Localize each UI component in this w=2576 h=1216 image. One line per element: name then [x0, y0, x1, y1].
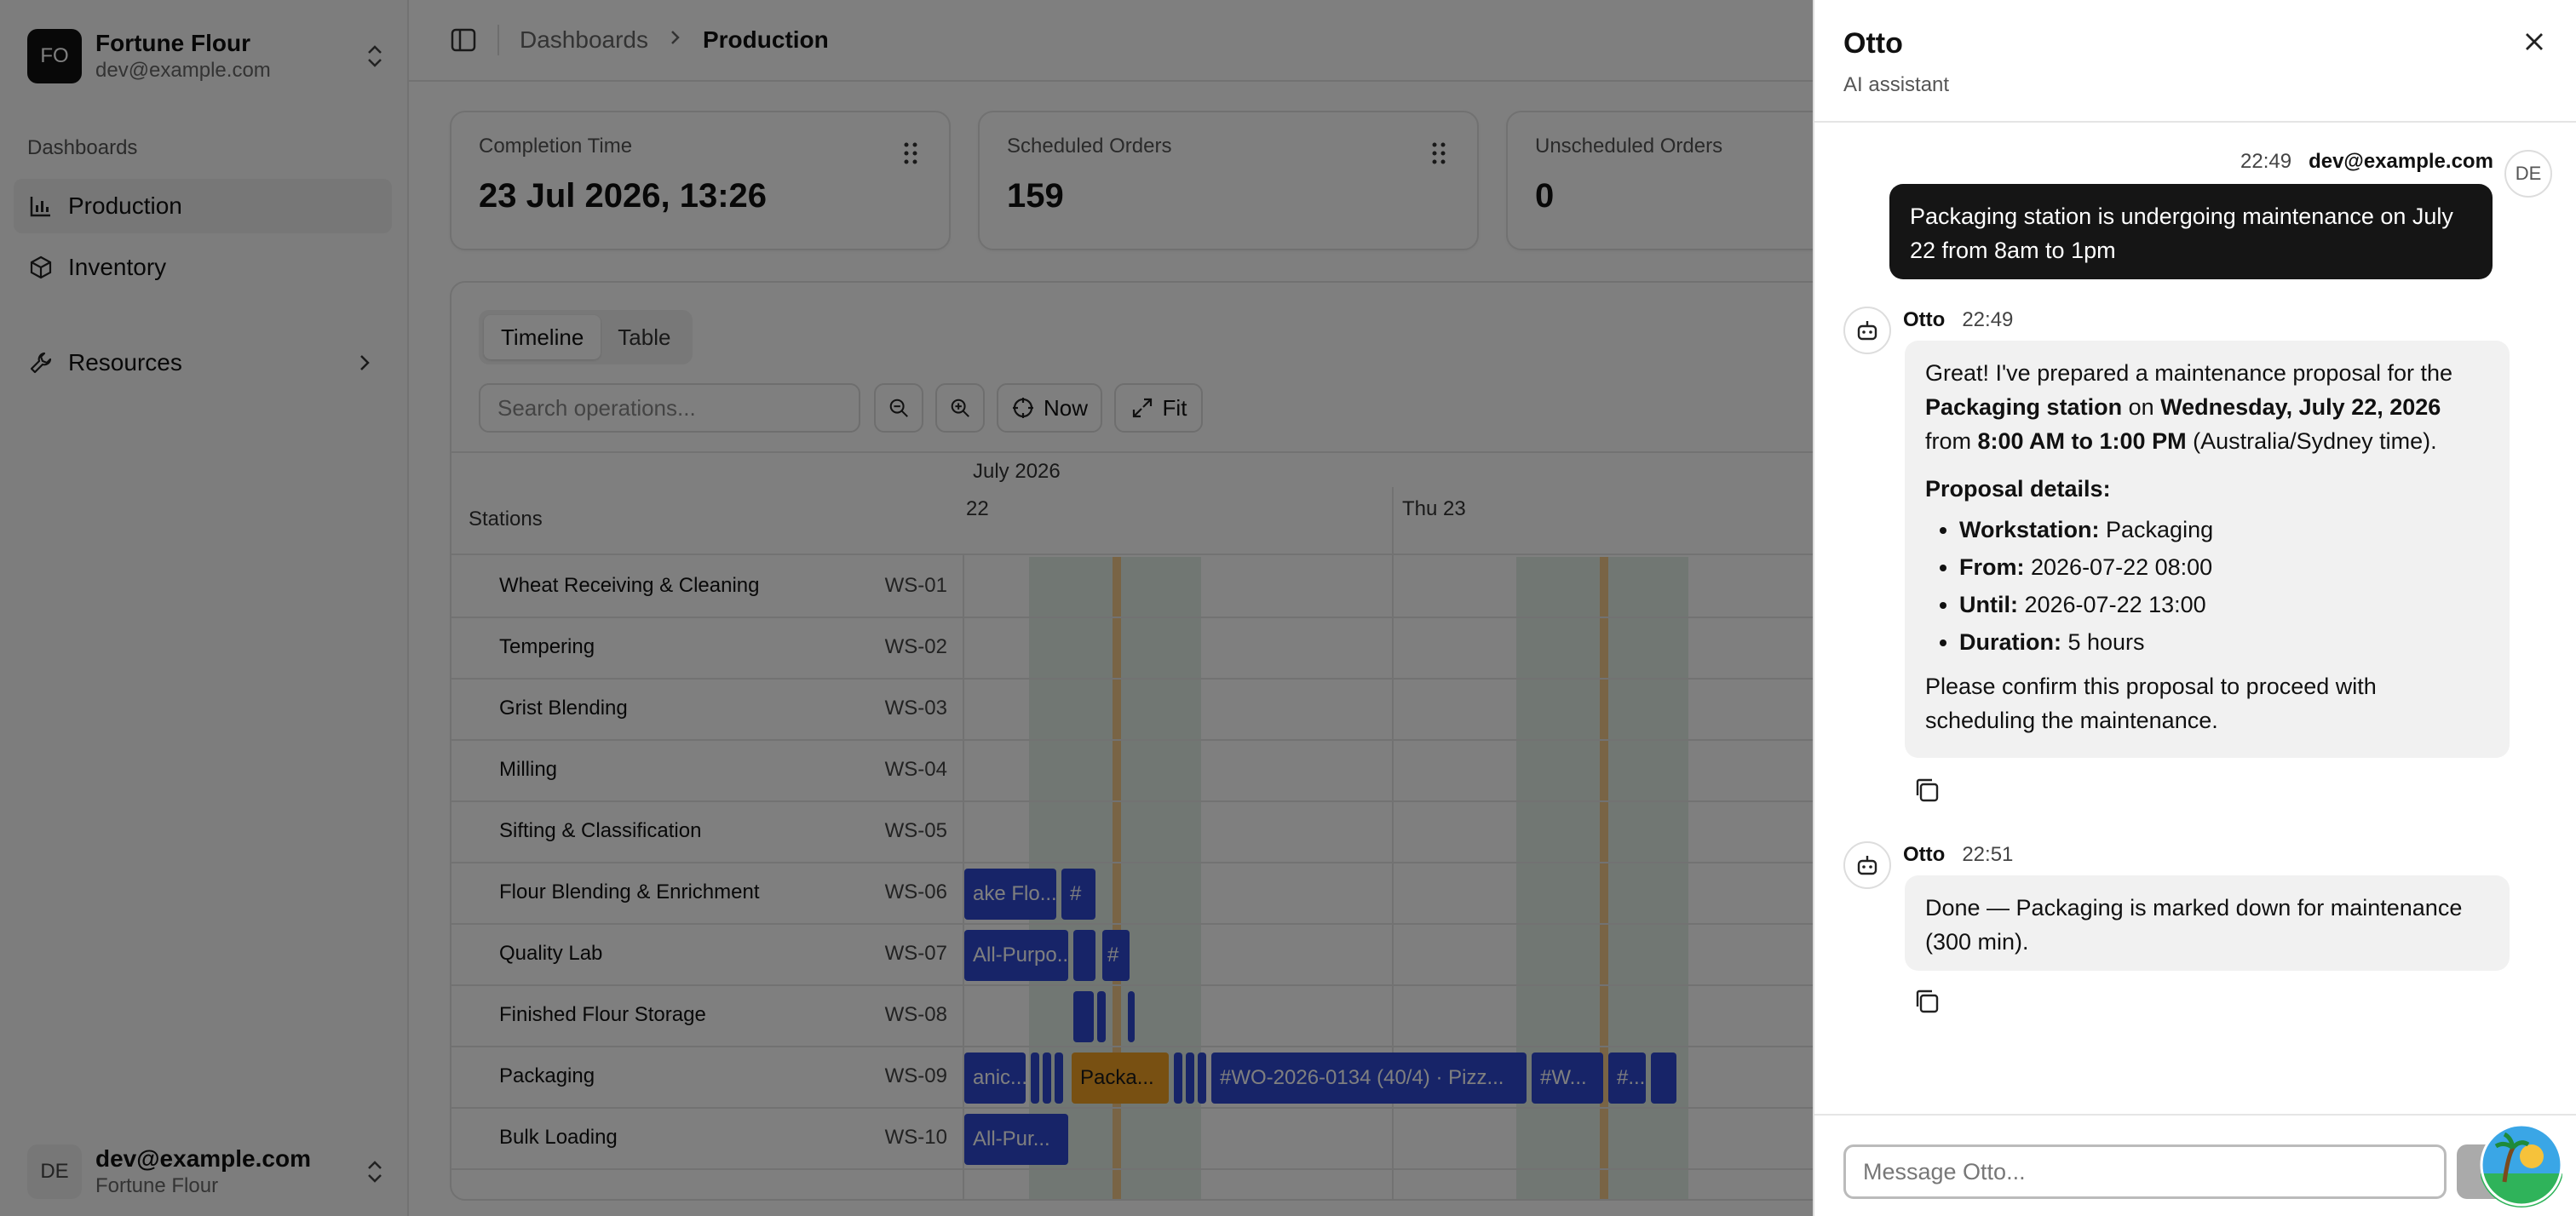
assistant-launcher-icon[interactable] [2479, 1122, 2564, 1207]
details-list: Workstation: Packaging From: 2026-07-22 … [1959, 511, 2489, 661]
message-meta: 22:49 dev@example.com [2240, 150, 2493, 174]
divider [1814, 1114, 2576, 1116]
message-author: Otto [1903, 308, 1946, 331]
panel-title: Otto [1843, 27, 1903, 60]
message-input[interactable] [1843, 1144, 2447, 1199]
panel-subtitle: AI assistant [1843, 73, 1950, 96]
close-icon[interactable] [2521, 29, 2547, 54]
list-item: Workstation: Packaging [1959, 511, 2489, 548]
divider [1814, 121, 2576, 123]
assistant-panel: Otto AI assistant 22:49 dev@example.com … [1813, 0, 2576, 1216]
bot-icon [1843, 307, 1891, 354]
message-time: 22:51 [1962, 843, 2014, 866]
copy-icon[interactable] [1912, 986, 1942, 1017]
message-meta: Otto 22:51 [1903, 843, 2013, 867]
message-time: 22:49 [2240, 150, 2292, 173]
message-paragraph: Great! I've prepared a maintenance propo… [1925, 360, 2453, 454]
message-author: dev@example.com [2309, 150, 2493, 173]
message-paragraph: Please confirm this proposal to proceed … [1925, 674, 2377, 733]
list-item: From: 2026-07-22 08:00 [1959, 548, 2489, 586]
assistant-message: Done — Packaging is marked down for main… [1905, 875, 2510, 971]
list-item: Until: 2026-07-22 13:00 [1959, 586, 2489, 623]
message-time: 22:49 [1962, 308, 2014, 331]
message-author: Otto [1903, 843, 1946, 866]
details-heading: Proposal details: [1925, 476, 2111, 502]
user-message: Packaging station is undergoing maintena… [1889, 184, 2493, 279]
modal-backdrop[interactable] [0, 0, 1813, 1216]
avatar: DE [2504, 150, 2552, 198]
message-meta: Otto 22:49 [1903, 308, 2013, 332]
list-item: Duration: 5 hours [1959, 623, 2489, 661]
copy-icon[interactable] [1912, 775, 1942, 806]
assistant-message: Great! I've prepared a maintenance propo… [1905, 341, 2510, 758]
bot-icon [1843, 841, 1891, 889]
